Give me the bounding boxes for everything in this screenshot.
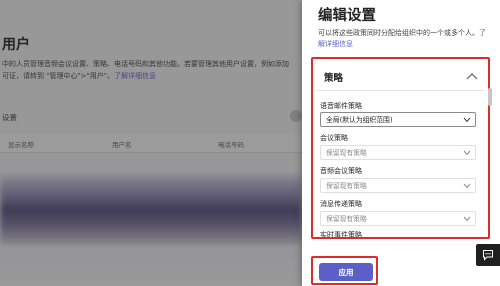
messaging-policy-value: 保留现有策略 — [326, 215, 367, 223]
meeting-policy-value: 保留现有策略 — [326, 149, 367, 157]
chevron-up-icon[interactable] — [465, 71, 479, 81]
panel-scrollbar-thumb[interactable] — [488, 88, 492, 106]
voicemail-policy-label: 语音邮件策略 — [320, 102, 362, 110]
policies-section: 策略 语音邮件策略 全局(默认为组织范围) 会议策略 保留现有策略 音频会议策略… — [311, 57, 490, 239]
edit-settings-panel: 编辑设置 可以将这些政策同时分配给组织中的一个或多个人。了解详细信息 策略 语音… — [302, 0, 500, 286]
messaging-policy-label: 消息传递策略 — [320, 200, 362, 208]
panel-title: 编辑设置 — [318, 8, 376, 24]
panel-description-text: 可以将这些政策同时分配给组织中的一个或多个人。 — [318, 29, 479, 37]
voicemail-policy-select[interactable]: 全局(默认为组织范围) — [320, 112, 476, 127]
chevron-down-icon — [463, 183, 471, 189]
audio-conferencing-policy-select[interactable]: 保留现有策略 — [320, 178, 476, 193]
modal-overlay[interactable] — [0, 0, 302, 286]
chevron-down-icon — [463, 216, 471, 222]
live-events-policy-label: 实时事件策略 — [320, 231, 362, 239]
panel-description: 可以将这些政策同时分配给组织中的一个或多个人。了解详细信息 — [318, 28, 490, 50]
policies-section-title: 策略 — [324, 73, 344, 84]
feedback-chat-button[interactable] — [476, 244, 500, 266]
audio-conferencing-policy-value: 保留现有策略 — [326, 182, 367, 190]
meeting-policy-label: 会议策略 — [320, 134, 348, 142]
chevron-down-icon — [463, 150, 471, 156]
chat-icon — [483, 250, 493, 261]
meeting-policy-select[interactable]: 保留现有策略 — [320, 145, 476, 160]
voicemail-policy-value: 全局(默认为组织范围) — [326, 116, 393, 124]
chevron-down-icon — [463, 117, 471, 123]
audio-conferencing-policy-label: 音频会议策略 — [320, 167, 362, 175]
messaging-policy-select[interactable]: 保留现有策略 — [320, 211, 476, 226]
policies-section-header[interactable]: 策略 — [316, 62, 485, 91]
apply-button[interactable]: 应用 — [319, 263, 373, 281]
